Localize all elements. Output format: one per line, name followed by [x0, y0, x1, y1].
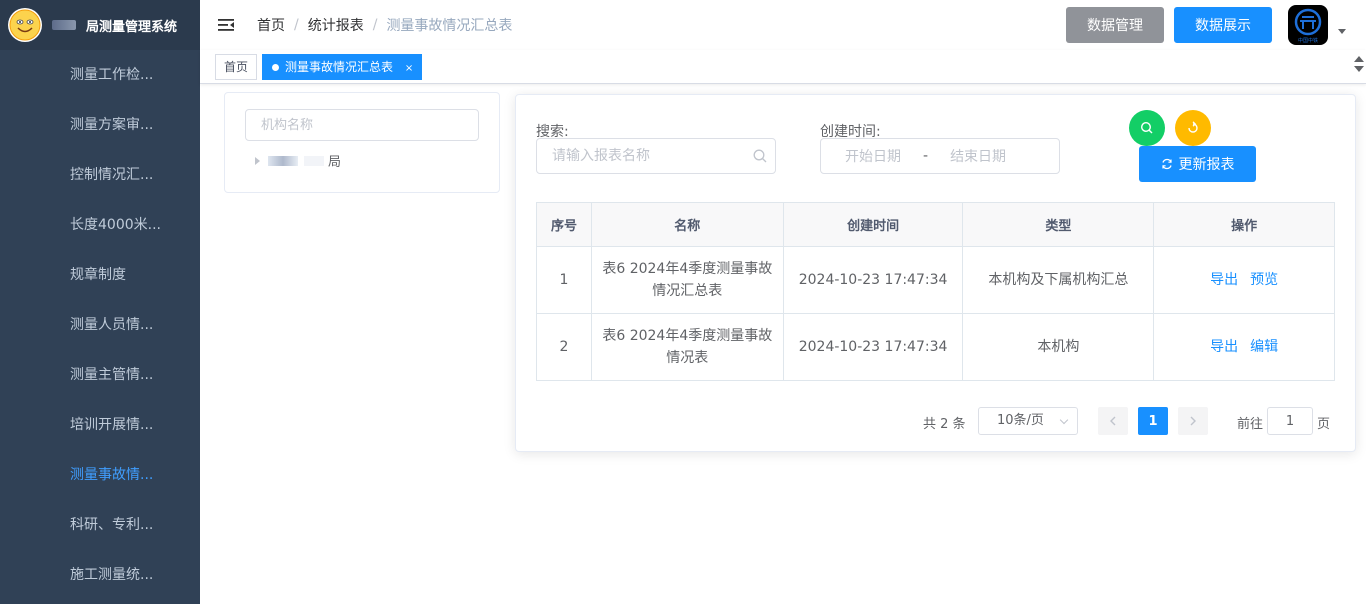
blurred-org-name [304, 155, 324, 166]
prev-page-button[interactable] [1098, 407, 1128, 435]
next-page-button[interactable] [1178, 407, 1208, 435]
tag-active[interactable]: 测量事故情况汇总表 × [262, 54, 423, 80]
breadcrumb-separator: / [372, 17, 378, 33]
report-card: 搜索: 创建时间: 开始日期 - 结束日期 更新报表 [515, 94, 1356, 452]
expand-arrow-icon[interactable] [255, 156, 260, 165]
reset-button[interactable] [1175, 110, 1211, 146]
report-table: 序号 名称 创建时间 类型 操作 1 表6 2024年4季度测量事故 情况汇总表 … [536, 202, 1335, 381]
cell-no: 2 [536, 313, 592, 381]
sidebar-item[interactable]: 规章制度 [0, 250, 200, 300]
svg-text:中国中铁: 中国中铁 [1298, 37, 1318, 44]
col-header-no: 序号 [536, 202, 592, 247]
refresh-icon [1161, 158, 1172, 170]
navbar: 首页 / 统计报表 / 测量事故情况汇总表 数据管理 数据展示 中国中铁 [200, 0, 1366, 50]
sidebar-item[interactable]: 控制情况汇... [0, 150, 200, 200]
search-icon [1140, 121, 1153, 134]
company-logo-icon[interactable]: 中国中铁 [1288, 5, 1328, 45]
sidebar-item[interactable]: 测量人员情... [0, 300, 200, 350]
sidebar-item[interactable]: 施工测量统... [0, 550, 200, 600]
cell-actions: 导出 编辑 [1153, 313, 1335, 381]
goto-page-input[interactable] [1267, 407, 1313, 435]
sidebar-item[interactable]: 测量主管情... [0, 350, 200, 400]
sidebar: 局测量管理系统 测量工作检... 测量方案审... 控制情况汇... 长度400… [0, 0, 200, 604]
update-report-button[interactable]: 更新报表 [1139, 146, 1256, 182]
edit-link[interactable]: 编辑 [1250, 339, 1278, 355]
blurred-org-name [52, 20, 76, 30]
org-name-input[interactable] [245, 109, 479, 141]
search-button[interactable] [1129, 110, 1165, 146]
cell-no: 1 [536, 246, 592, 314]
page-unit-label: 页 [1317, 417, 1331, 432]
sidebar-header: 局测量管理系统 [0, 0, 200, 50]
navbar-right: 数据管理 数据展示 中国中铁 [1066, 0, 1366, 50]
refresh-icon [1188, 121, 1198, 133]
col-header-name: 名称 [590, 202, 784, 247]
chevron-down-icon [1059, 415, 1069, 425]
sidebar-item[interactable]: 长度4000米... [0, 200, 200, 250]
col-header-actions: 操作 [1153, 202, 1335, 247]
user-dropdown-caret-icon[interactable] [1338, 28, 1346, 34]
page-number-button[interactable]: 1 [1138, 407, 1168, 435]
breadcrumb: 首页 / 统计报表 / 测量事故情况汇总表 [257, 15, 512, 35]
chevron-left-icon [1110, 416, 1116, 426]
pagination: 共 2 条 10条/页 1 前往 页 [516, 407, 1357, 435]
sidebar-item[interactable]: 培训开展情... [0, 400, 200, 450]
cell-name: 表6 2024年4季度测量事故 情况汇总表 [590, 246, 784, 314]
sidebar-item[interactable]: 测量工作检... [0, 50, 200, 100]
preview-link[interactable]: 预览 [1250, 272, 1278, 288]
scroll-down-icon[interactable] [1354, 66, 1364, 72]
sidebar-item[interactable]: 测量方案审... [0, 100, 200, 150]
pagination-total: 共 2 条 [923, 417, 966, 432]
tags-view: 首页 测量事故情况汇总表 × [200, 50, 1366, 84]
tag-scroll-arrows[interactable] [1354, 52, 1364, 76]
breadcrumb-current: 测量事故情况汇总表 [386, 18, 513, 34]
scroll-up-icon[interactable] [1354, 56, 1364, 62]
table-row: 1 表6 2024年4季度测量事故 情况汇总表 2024-10-23 17:47:… [536, 246, 1335, 314]
table-header-row: 序号 名称 创建时间 类型 操作 [536, 202, 1335, 247]
export-link[interactable]: 导出 [1210, 272, 1238, 288]
chevron-right-icon [1190, 416, 1196, 426]
sidebar-item-active[interactable]: 测量事故情... [0, 450, 200, 500]
goto-label: 前往 [1237, 417, 1264, 432]
org-tree-card: 局 [224, 92, 500, 193]
blurred-org-name [268, 155, 298, 166]
date-range-picker[interactable]: 开始日期 - 结束日期 [820, 138, 1060, 174]
cell-actions: 导出 预览 [1153, 246, 1335, 314]
page-size-select[interactable]: 10条/页 [978, 407, 1078, 435]
cell-created: 2024-10-23 17:47:34 [782, 313, 964, 381]
sidebar-item[interactable]: 科研、专利... [0, 500, 200, 550]
start-date-placeholder[interactable]: 开始日期 [845, 146, 901, 166]
end-date-placeholder[interactable]: 结束日期 [950, 146, 1006, 166]
tag-home[interactable]: 首页 [215, 54, 258, 80]
tree-node[interactable]: 局 [255, 151, 341, 170]
app-title: 局测量管理系统 [52, 16, 177, 35]
avatar-emoji-icon [8, 8, 42, 42]
cell-type: 本机构 [962, 313, 1155, 381]
data-manage-button[interactable]: 数据管理 [1066, 7, 1164, 43]
col-header-created: 创建时间 [782, 202, 964, 247]
range-separator: - [923, 148, 929, 164]
cell-type: 本机构及下属机构汇总 [962, 246, 1155, 314]
breadcrumb-home[interactable]: 首页 [257, 15, 285, 35]
close-icon[interactable]: × [405, 63, 413, 74]
breadcrumb-separator: / [294, 17, 299, 33]
col-header-type: 类型 [962, 202, 1155, 247]
cell-created: 2024-10-23 17:47:34 [782, 246, 964, 314]
sidebar-menu: 测量工作检... 测量方案审... 控制情况汇... 长度4000米... 规章… [0, 50, 200, 600]
table-row: 2 表6 2024年4季度测量事故 情况表 2024-10-23 17:47:34… [536, 313, 1335, 381]
active-dot-icon [272, 64, 279, 71]
breadcrumb-reports[interactable]: 统计报表 [308, 15, 364, 35]
search-input[interactable] [536, 138, 776, 174]
export-link[interactable]: 导出 [1210, 339, 1238, 355]
cell-name: 表6 2024年4季度测量事故 情况表 [590, 313, 784, 381]
data-show-button[interactable]: 数据展示 [1174, 7, 1272, 43]
search-icon [753, 149, 767, 163]
hamburger-icon[interactable] [217, 16, 235, 34]
